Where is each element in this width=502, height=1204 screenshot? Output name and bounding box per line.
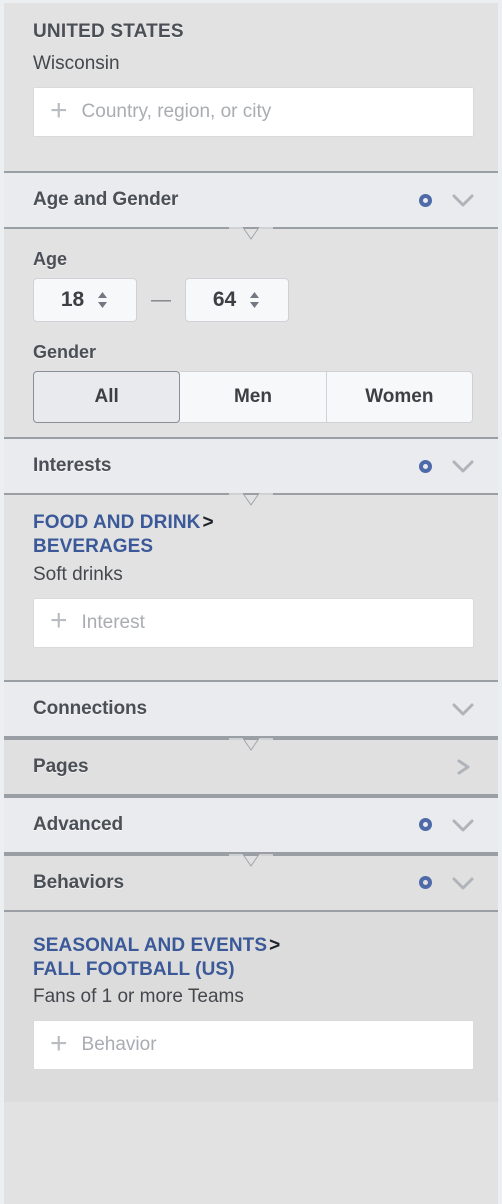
ring-icon[interactable] [419, 193, 432, 207]
ring-icon[interactable] [419, 818, 432, 832]
plus-icon: + [50, 93, 68, 127]
section-title-connections: Connections [33, 697, 147, 719]
behaviors-body: SEASONAL AND EVENTS > FALL FOOTBALL (US) … [4, 911, 498, 1103]
behaviors-selected-leaf: Fans of 1 or more Teams [33, 986, 244, 1008]
gender-option-women[interactable]: Women [326, 371, 473, 423]
gender-option-all[interactable]: All [33, 371, 181, 423]
interest-input-placeholder: Interest [81, 611, 145, 633]
plus-icon: + [50, 1026, 68, 1060]
audience-targeting-panel: UNITED STATES Wisconsin + Country, regio… [0, 0, 502, 1204]
section-header-behaviors[interactable]: Behaviors [4, 853, 498, 912]
ring-icon[interactable] [419, 876, 432, 890]
age-label: Age [33, 249, 68, 269]
section-header-pages[interactable]: Pages [4, 737, 498, 796]
interests-breadcrumb[interactable]: FOOD AND DRINK > BEVERAGES [33, 511, 474, 560]
age-range-row: 18 — 64 [33, 278, 474, 322]
section-icons-advanced [419, 816, 476, 834]
age-gender-body: Age 18 — 64 Gender All Men Women [4, 227, 498, 437]
age-gender-fields: Age 18 — 64 Gender All Men Women [4, 229, 498, 423]
behavior-input[interactable]: + Behavior [33, 1020, 474, 1071]
age-min-value: 18 [60, 288, 85, 311]
behaviors-breadcrumb-separator: > [269, 934, 281, 956]
location-body: UNITED STATES Wisconsin + Country, regio… [4, 3, 498, 157]
chevron-down-icon[interactable] [450, 816, 476, 834]
chevron-down-icon[interactable] [450, 874, 476, 892]
location-country-label: UNITED STATES [33, 21, 184, 42]
interests-breadcrumb-parent: FOOD AND DRINK [33, 512, 201, 533]
location-input-placeholder: Country, region, or city [81, 101, 272, 122]
section-title-age-and-gender: Age and Gender [33, 189, 179, 210]
section-icons-age-and-gender [419, 191, 476, 209]
age-range-separator: — [151, 289, 171, 311]
chevron-down-icon[interactable] [450, 457, 476, 475]
plus-icon: + [50, 604, 68, 638]
location-section: UNITED STATES Wisconsin + Country, regio… [4, 3, 498, 171]
section-notch [229, 737, 273, 756]
location-input[interactable]: + Country, region, or city [33, 87, 474, 137]
section-title-interests: Interests [33, 455, 112, 476]
age-min-stepper[interactable]: 18 [33, 278, 137, 322]
interests-breadcrumb-child: BEVERAGES [33, 536, 154, 558]
location-region-label: Wisconsin [33, 53, 120, 74]
up-down-arrows-icon [250, 292, 260, 308]
section-icons-interests [419, 457, 476, 475]
section-header-interests[interactable]: Interests [4, 437, 498, 495]
ring-icon[interactable] [419, 459, 432, 473]
interests-selected-leaf: Soft drinks [33, 563, 123, 585]
age-max-value: 64 [212, 288, 237, 311]
chevron-right-icon[interactable] [450, 758, 476, 776]
behaviors-fields: SEASONAL AND EVENTS > FALL FOOTBALL (US) … [4, 912, 498, 1089]
section-title-behaviors: Behaviors [33, 871, 124, 893]
interest-input[interactable]: + Interest [33, 597, 474, 648]
section-icons-pages [450, 758, 476, 776]
section-header-connections[interactable]: Connections [4, 679, 498, 738]
section-title-advanced: Advanced [33, 813, 124, 835]
gender-option-men[interactable]: Men [180, 371, 327, 423]
section-header-advanced[interactable]: Advanced [4, 795, 498, 854]
section-title-pages: Pages [33, 755, 89, 777]
gender-label: Gender [33, 342, 97, 362]
section-notch [229, 853, 273, 872]
chevron-down-icon[interactable] [450, 700, 476, 718]
up-down-arrows-icon [98, 292, 108, 308]
interests-fields: FOOD AND DRINK > BEVERAGES Soft drinks + … [4, 495, 498, 666]
section-header-age-and-gender[interactable]: Age and Gender [4, 171, 498, 229]
section-icons-connections [450, 700, 476, 718]
age-max-stepper[interactable]: 64 [185, 278, 289, 322]
gender-toggle-group: All Men Women [33, 371, 473, 423]
chevron-down-icon[interactable] [450, 191, 476, 209]
behaviors-breadcrumb[interactable]: SEASONAL AND EVENTS > FALL FOOTBALL (US) [33, 934, 474, 983]
interests-breadcrumb-separator: > [202, 512, 214, 533]
behavior-input-placeholder: Behavior [81, 1034, 157, 1056]
behaviors-breadcrumb-child: FALL FOOTBALL (US) [33, 958, 235, 980]
interests-body: FOOD AND DRINK > BEVERAGES Soft drinks + … [4, 493, 498, 680]
section-icons-behaviors [419, 874, 476, 892]
behaviors-breadcrumb-parent: SEASONAL AND EVENTS [33, 934, 268, 956]
